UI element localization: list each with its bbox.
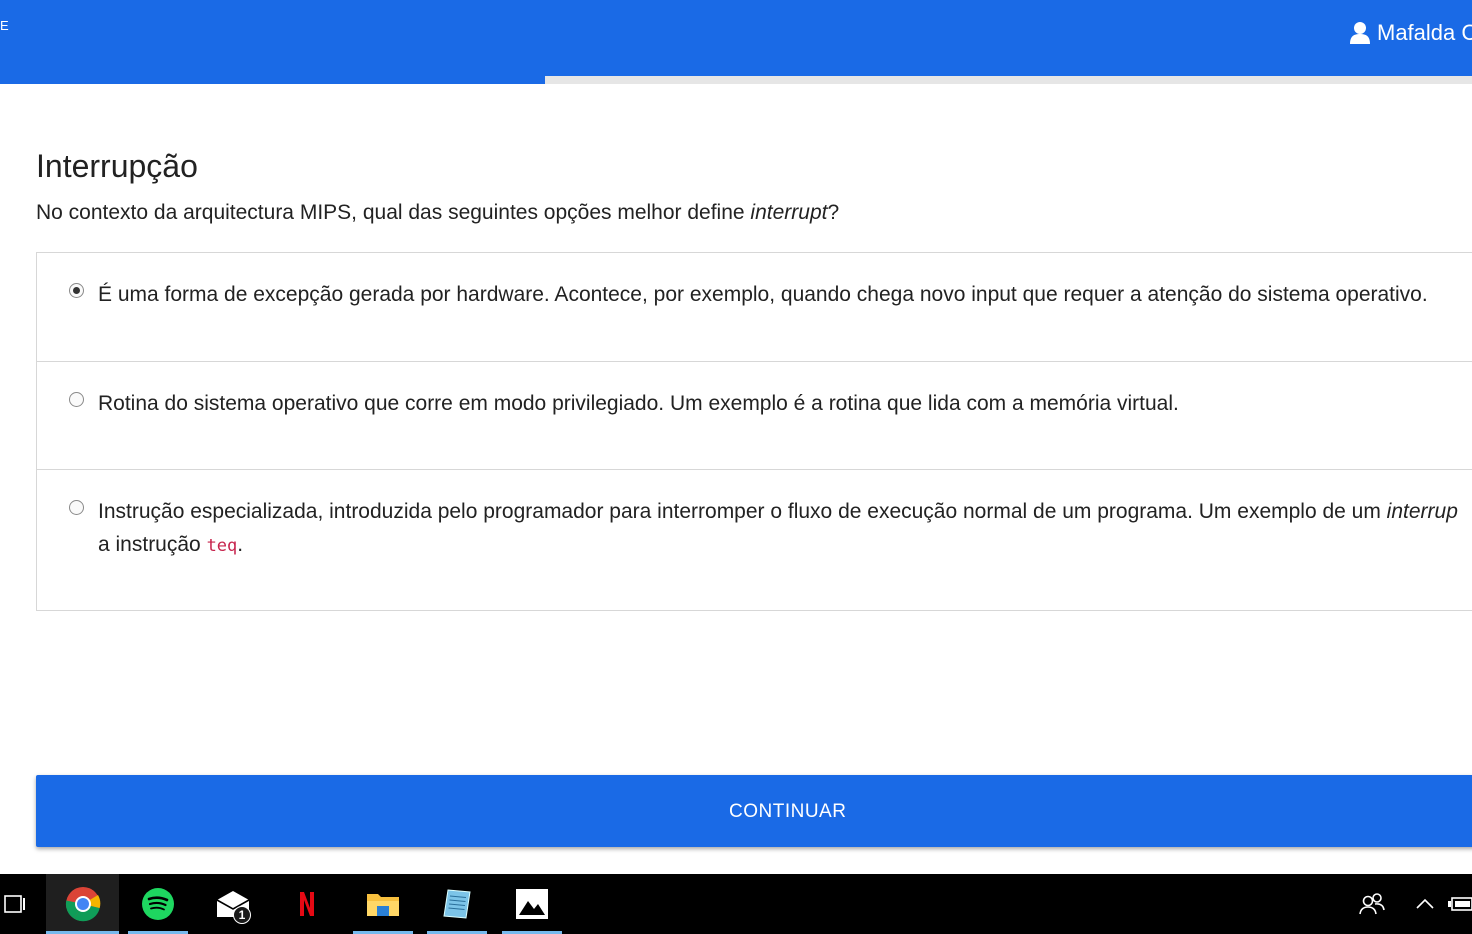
user-menu[interactable]: Mafalda C: [1349, 20, 1472, 46]
user-name: Mafalda C: [1377, 20, 1472, 45]
answer-option-1-label: É uma forma de excepção gerada por hardw…: [98, 283, 1428, 306]
answer-option-2-label: Rotina do sistema operativo que corre em…: [98, 392, 1179, 415]
taskbar-photos[interactable]: [502, 874, 562, 934]
notepad-icon: [443, 889, 471, 919]
chevron-up-icon: [1416, 898, 1434, 909]
progress-bar: [0, 76, 1472, 84]
people-icon: [1359, 893, 1385, 915]
show-hidden-icons-button[interactable]: [1410, 874, 1440, 934]
prompt-term: interrupt: [750, 201, 828, 224]
answer-options: É uma forma de excepção gerada por hardw…: [36, 252, 1472, 611]
progress-fill: [0, 76, 545, 84]
app-header: E Mafalda C: [0, 0, 1472, 76]
taskbar: 1: [0, 874, 1472, 934]
user-icon: [1350, 22, 1370, 44]
taskbar-file-explorer[interactable]: [353, 874, 413, 934]
prompt-end: ?: [827, 201, 840, 224]
radio-option-1[interactable]: [69, 283, 84, 298]
option-3-line2: a instrução: [98, 533, 207, 556]
option-3-code: teq: [206, 536, 238, 556]
taskbar-netflix[interactable]: [283, 874, 331, 934]
taskbar-spotify[interactable]: [128, 874, 188, 934]
continue-button[interactable]: CONTINUAR: [36, 775, 1472, 847]
answer-option-1[interactable]: É uma forma de excepção gerada por hardw…: [37, 253, 1472, 362]
spotify-icon: [142, 888, 174, 920]
mail-badge: 1: [233, 906, 251, 924]
answer-option-3[interactable]: Instrução especializada, introduzida pel…: [37, 470, 1472, 610]
brand-fragment[interactable]: E: [0, 18, 9, 33]
file-explorer-icon: [367, 894, 399, 916]
option-3-line1: Instrução especializada, introduzida pel…: [98, 500, 1387, 523]
question-prompt: No contexto da arquitectura MIPS, qual d…: [36, 201, 839, 225]
taskbar-chrome[interactable]: [46, 874, 119, 934]
radio-option-2[interactable]: [69, 392, 84, 407]
battery-button[interactable]: [1448, 874, 1472, 934]
task-view-button[interactable]: [0, 874, 30, 934]
answer-option-2[interactable]: Rotina do sistema operativo que corre em…: [37, 362, 1472, 470]
option-3-term: interrup: [1386, 500, 1458, 523]
radio-option-3[interactable]: [69, 500, 84, 515]
taskbar-mail[interactable]: 1: [203, 874, 263, 934]
chrome-icon: [65, 887, 100, 922]
netflix-icon: [300, 892, 314, 916]
photos-icon: [516, 889, 548, 919]
battery-icon: [1448, 897, 1472, 911]
taskbar-notepad[interactable]: [427, 874, 487, 934]
question-title: Interrupção: [36, 148, 198, 184]
option-3-end: .: [237, 533, 244, 556]
task-view-icon: [4, 895, 25, 913]
people-button[interactable]: [1352, 874, 1392, 934]
prompt-text: No contexto da arquitectura MIPS, qual d…: [36, 201, 751, 224]
continue-label: CONTINUAR: [729, 801, 847, 822]
answer-option-3-label: Instrução especializada, introduzida pel…: [98, 495, 1472, 563]
